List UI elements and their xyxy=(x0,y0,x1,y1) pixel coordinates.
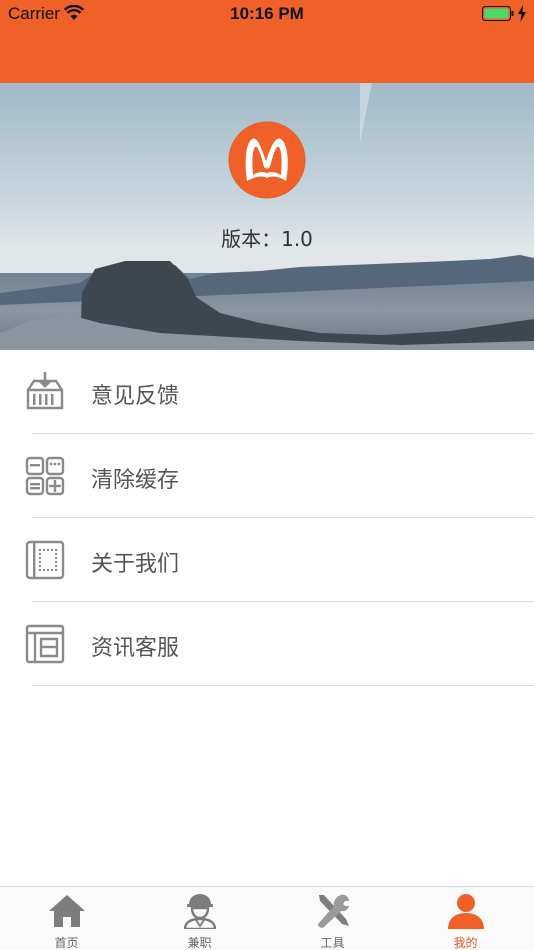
tab-label: 兼职 xyxy=(187,936,212,950)
menu-item-clear-cache[interactable]: 清除缓存 xyxy=(0,434,534,518)
inbox-download-icon xyxy=(26,372,64,410)
profile-screen: Carrier 10:16 PM 版本：1.0 意见反馈 清除缓存 关于我们 资… xyxy=(0,0,534,950)
worker-icon xyxy=(183,894,217,929)
battery-full-icon xyxy=(482,6,514,21)
menu-item-label: 资讯客服 xyxy=(91,636,180,661)
layout-panel-icon xyxy=(25,624,65,664)
menu-item-about-us[interactable]: 关于我们 xyxy=(0,518,534,602)
app-version-label: 版本：1.0 xyxy=(221,227,313,251)
menu-item-feedback[interactable]: 意见反馈 xyxy=(0,350,534,434)
tab-part-time[interactable]: 兼职 xyxy=(133,887,266,950)
tab-label: 工具 xyxy=(320,936,345,950)
settings-menu: 意见反馈 清除缓存 关于我们 资讯客服 xyxy=(0,350,534,686)
menu-item-customer-service[interactable]: 资讯客服 xyxy=(0,602,534,686)
tab-label: 首页 xyxy=(54,936,79,950)
tab-mine[interactable]: 我的 xyxy=(399,887,532,950)
dotted-frame-icon xyxy=(25,540,65,580)
home-icon xyxy=(49,895,85,927)
profile-header: 版本：1.0 xyxy=(0,83,534,350)
calculator-grid-icon xyxy=(25,456,65,496)
tab-bar: 首页 兼职 工具 我的 xyxy=(0,886,534,950)
status-time: 10:16 PM xyxy=(230,4,304,23)
divider xyxy=(32,685,534,686)
tab-label: 我的 xyxy=(453,936,478,950)
menu-item-label: 清除缓存 xyxy=(91,468,180,493)
menu-item-label: 意见反馈 xyxy=(91,384,180,409)
navigation-bar: Carrier 10:16 PM xyxy=(0,0,534,83)
rabbit-m-logo xyxy=(228,121,306,199)
menu-item-label: 关于我们 xyxy=(91,552,180,577)
tab-home[interactable]: 首页 xyxy=(0,887,133,950)
tools-icon xyxy=(318,894,349,928)
tab-tools[interactable]: 工具 xyxy=(266,887,399,950)
status-bar: Carrier 10:16 PM xyxy=(0,0,534,28)
person-icon xyxy=(448,894,484,929)
charging-bolt-icon xyxy=(518,5,526,22)
